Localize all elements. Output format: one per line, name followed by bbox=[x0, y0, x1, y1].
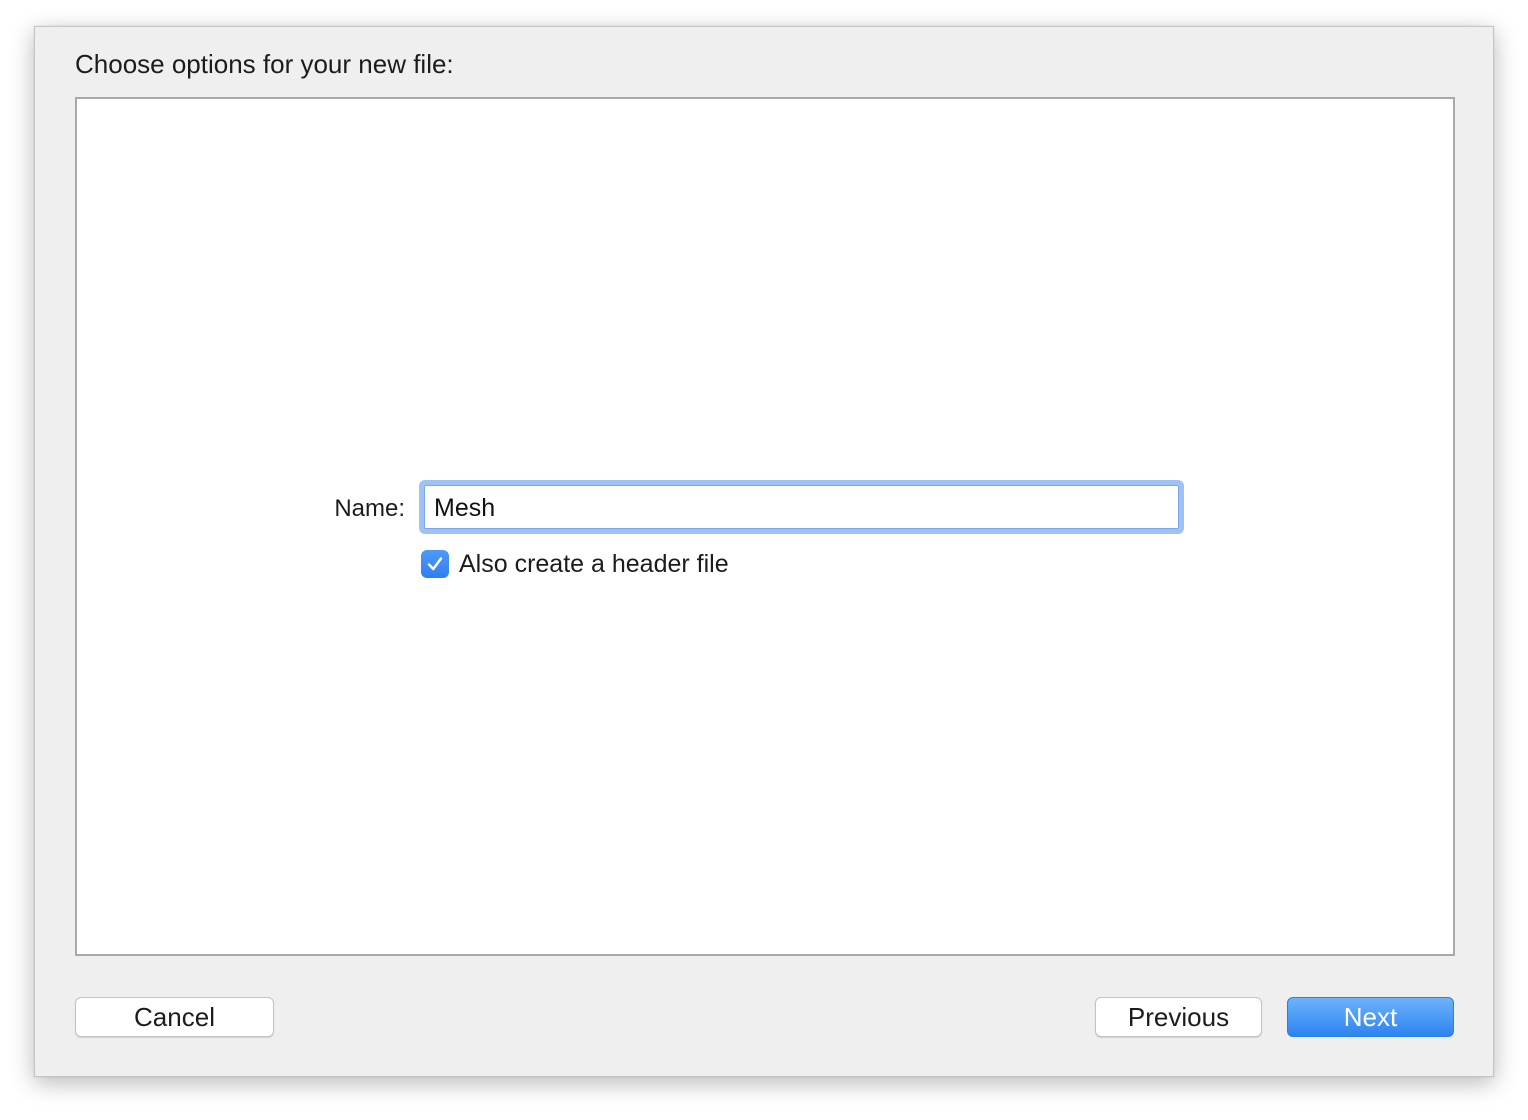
name-field-value: Mesh bbox=[434, 494, 496, 522]
header-file-option[interactable]: Also create a header file bbox=[421, 549, 729, 579]
name-label: Name: bbox=[334, 495, 405, 522]
checkmark-icon bbox=[427, 557, 443, 571]
header-file-checkbox-label[interactable]: Also create a header file bbox=[459, 550, 729, 579]
next-button[interactable]: Next bbox=[1287, 997, 1454, 1037]
options-panel: Name: Mesh Also create a header file bbox=[75, 97, 1455, 956]
header-file-checkbox[interactable] bbox=[421, 550, 449, 578]
new-file-options-dialog: Choose options for your new file: Name: … bbox=[34, 26, 1494, 1077]
previous-button[interactable]: Previous bbox=[1095, 997, 1262, 1037]
dialog-heading: Choose options for your new file: bbox=[75, 49, 454, 79]
name-field[interactable]: Mesh bbox=[419, 480, 1184, 534]
cancel-button[interactable]: Cancel bbox=[75, 997, 274, 1037]
